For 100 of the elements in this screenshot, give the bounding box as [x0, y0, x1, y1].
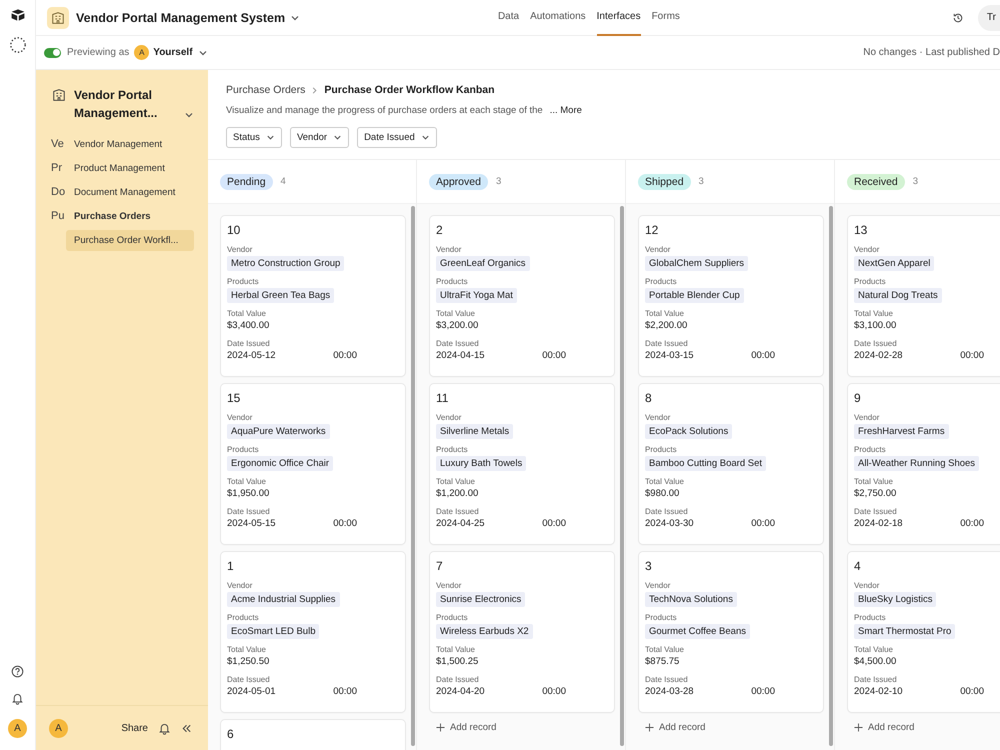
record-card[interactable]: 10 Vendor Metro Construction Group Products Herbal Green Tea Bags Total Value $3,400.00 Date Issued 2024-05-12 00:00: [221, 216, 405, 376]
field-label: Products: [854, 613, 886, 622]
field-label: Date Issued: [854, 675, 897, 684]
scrollbar[interactable]: [829, 206, 833, 746]
field-label: Total Value: [645, 645, 684, 654]
field-label: Total Value: [854, 477, 893, 486]
issue-date: 2024-02-18: [854, 518, 903, 529]
preview-toggle[interactable]: [44, 48, 61, 58]
app-title[interactable]: Vendor Portal Management System: [76, 10, 286, 24]
user-avatar[interactable]: A: [49, 718, 68, 738]
issue-time: 00:00: [333, 518, 357, 529]
field-label: Date Issued: [436, 339, 479, 348]
record-card[interactable]: 8 Vendor EcoPack Solutions Products Bamboo Cutting Board Set Total Value $980.00 Date Issued 2024-03-30 00:00: [639, 384, 823, 544]
building-icon: [47, 6, 69, 28]
record-card[interactable]: 7 Vendor Sunrise Electronics Products Wireless Earbuds X2 Total Value $1,500.25 Date Issued 2024-04-20 00:00: [430, 552, 614, 712]
chevron-right-icon: [310, 86, 320, 94]
vendor-chip: FreshHarvest Farms: [854, 424, 949, 439]
record-card[interactable]: 3 Vendor TechNova Solutions Products Gourmet Coffee Beans Total Value $875.75 Date Issued 2024-03-28 00:00: [639, 552, 823, 712]
chevron-down-icon[interactable]: [184, 110, 194, 120]
share-button[interactable]: Share: [121, 722, 148, 734]
history-icon[interactable]: [952, 12, 964, 24]
bell-icon[interactable]: [11, 692, 24, 705]
product-chip: Wireless Earbuds X2: [436, 624, 533, 639]
field-label: Date Issued: [854, 507, 897, 516]
nav-tab[interactable]: Data: [498, 0, 520, 36]
logo-icon[interactable]: [10, 8, 26, 22]
field-label: Total Value: [436, 477, 475, 486]
add-record-button[interactable]: Add record: [848, 720, 920, 735]
field-label: Date Issued: [854, 339, 897, 348]
record-card[interactable]: 15 Vendor AquaPure Waterworks Products Ergonomic Office Chair Total Value $1,950.00 Date Issued 2024-05-15 00:00: [221, 384, 405, 544]
record-card[interactable]: 2 Vendor GreenLeaf Organics Products UltraFit Yoga Mat Total Value $3,200.00 Date Issued 2024-04-15 00:00: [430, 216, 614, 376]
issue-date: 2024-03-15: [645, 350, 694, 361]
filter-dropdown[interactable]: Date Issued: [357, 127, 437, 148]
sidebar-subitem[interactable]: Purchase Order Workfl...: [66, 230, 194, 251]
sidebar-item[interactable]: Product Management: [74, 162, 165, 174]
nav-tab[interactable]: Interfaces: [596, 0, 641, 36]
add-record-button[interactable]: Add record: [430, 720, 502, 735]
scrollbar[interactable]: [620, 206, 624, 746]
field-label: Vendor: [645, 581, 670, 590]
field-label: Vendor: [854, 581, 880, 590]
field-label: Vendor: [645, 413, 670, 422]
more-link[interactable]: ... More: [550, 105, 582, 116]
publish-status: No changes · Last published D: [863, 47, 1000, 58]
page-abbreviation: Do: [51, 186, 66, 198]
field-label: Date Issued: [227, 507, 270, 516]
filter-dropdown[interactable]: Vendor: [290, 127, 350, 148]
sidebar-item[interactable]: Vendor Management: [74, 138, 162, 150]
scrollbar[interactable]: [411, 206, 415, 746]
field-label: Date Issued: [436, 675, 479, 684]
record-id: 1: [227, 559, 234, 573]
total-value: $2,200.00: [645, 320, 688, 331]
record-card[interactable]: 4 Vendor BlueSky Logistics Products Smart Thermostat Pro Total Value $4,500.00 Date Issued 2024-02-10 00:00: [848, 552, 1000, 712]
record-card[interactable]: 13 Vendor NextGen Apparel Products Natural Dog Treats Total Value $3,100.00 Date Issued 2024-02-28 00:00: [848, 216, 1000, 376]
add-record-button[interactable]: Add record: [639, 720, 712, 735]
record-card[interactable]: 11 Vendor Silverline Metals Products Luxury Bath Towels Total Value $1,200.00 Date Issued 2024-04-25 00:00: [430, 384, 614, 544]
field-label: Vendor: [227, 245, 252, 254]
record-id: 13: [854, 223, 868, 237]
issue-time: 00:00: [542, 686, 566, 697]
record-card[interactable]: 9 Vendor FreshHarvest Farms Products All-Weather Running Shoes Total Value $2,750.00 Date Issued 2024-02-18 00:00: [848, 384, 1000, 544]
record-card[interactable]: 12 Vendor GlobalChem Suppliers Products Portable Blender Cup Total Value $2,200.00 Date Issued 2024-03-15 00:00: [639, 216, 823, 376]
nav-tab[interactable]: Automations: [530, 0, 586, 36]
record-count: 3: [912, 176, 918, 187]
collapse-icon[interactable]: [181, 722, 192, 734]
total-value: $1,950.00: [227, 488, 270, 499]
record-id: 6: [227, 727, 234, 741]
product-chip: Ergonomic Office Chair: [227, 456, 334, 471]
record-id: 8: [645, 391, 652, 405]
plus-icon: [854, 723, 863, 732]
issue-time: 00:00: [960, 686, 984, 697]
breadcrumb-link[interactable]: Purchase Orders: [226, 84, 306, 96]
sidebar-item[interactable]: Purchase Orders: [74, 210, 151, 222]
issue-date: 2024-04-15: [436, 350, 485, 361]
vendor-chip: EcoPack Solutions: [645, 424, 732, 439]
record-card[interactable]: 6: [221, 720, 405, 750]
vendor-chip: AquaPure Waterworks: [227, 424, 330, 439]
chevron-down-icon: [420, 133, 430, 142]
product-chip: EcoSmart LED Bulb: [227, 624, 320, 639]
field-label: Products: [645, 613, 677, 622]
account-button[interactable]: Tr: [978, 4, 1000, 30]
bell-icon[interactable]: [158, 722, 171, 734]
product-chip: Gourmet Coffee Beans: [645, 624, 750, 639]
sidebar-item[interactable]: Document Management: [74, 186, 176, 198]
preview-label: Previewing as: [67, 47, 130, 58]
page-description: Visualize and manage the progress of purchase orders at each stage of the: [226, 105, 543, 116]
building-icon: [52, 88, 66, 102]
record-card[interactable]: 1 Vendor Acme Industrial Supplies Products EcoSmart LED Bulb Total Value $1,250.50 Date Issued 2024-05-01 00:00: [221, 552, 405, 712]
issue-time: 00:00: [960, 350, 984, 361]
total-value: $875.75: [645, 656, 680, 667]
filter-dropdown[interactable]: Status: [226, 127, 282, 148]
sidebar-title: Vendor Portal Management...: [74, 87, 158, 122]
user-avatar[interactable]: A: [8, 719, 27, 738]
page-abbreviation: Ve: [51, 138, 65, 150]
record-id: 11: [436, 391, 448, 405]
page-title: Purchase Order Workflow Kanban: [324, 84, 495, 96]
user-name[interactable]: Yourself: [153, 47, 193, 58]
nav-tab[interactable]: Forms: [652, 0, 680, 36]
vendor-chip: Acme Industrial Supplies: [227, 592, 340, 607]
help-icon[interactable]: [11, 665, 24, 678]
vendor-chip: GreenLeaf Organics: [436, 256, 530, 271]
field-label: Vendor: [436, 581, 462, 590]
